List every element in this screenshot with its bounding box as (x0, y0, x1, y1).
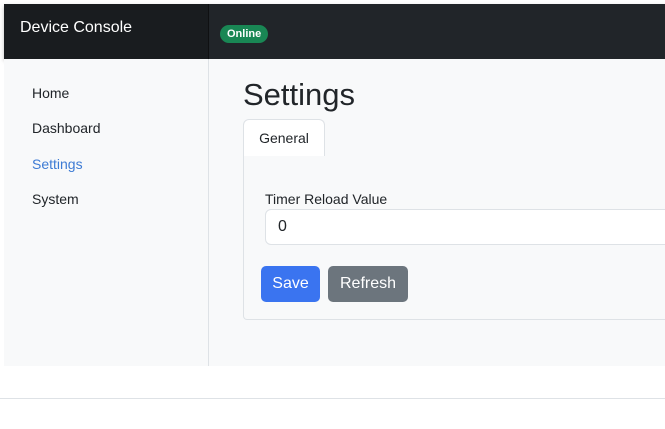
status-badge: Online (220, 25, 269, 43)
tab-general[interactable]: General (243, 119, 325, 157)
sidebar: Home Dashboard Settings System (4, 59, 209, 366)
sidebar-item-settings[interactable]: Settings (32, 156, 83, 172)
sidebar-item-home[interactable]: Home (32, 85, 69, 101)
main-content: Settings General Timer Reload Value Save… (209, 59, 665, 366)
app-title[interactable]: Device Console (4, 4, 209, 59)
timer-reload-input[interactable] (265, 209, 665, 245)
save-button[interactable]: Save (261, 266, 320, 302)
footer-divider (0, 398, 665, 399)
sidebar-item-dashboard[interactable]: Dashboard (32, 120, 101, 136)
sidebar-item-system[interactable]: System (32, 191, 79, 207)
top-navbar: Device Console Online (4, 4, 665, 59)
page-title: Settings (243, 77, 356, 112)
refresh-button[interactable]: Refresh (328, 266, 408, 302)
timer-reload-label: Timer Reload Value (265, 191, 388, 207)
settings-panel: Timer Reload Value Save Refresh (243, 156, 665, 320)
